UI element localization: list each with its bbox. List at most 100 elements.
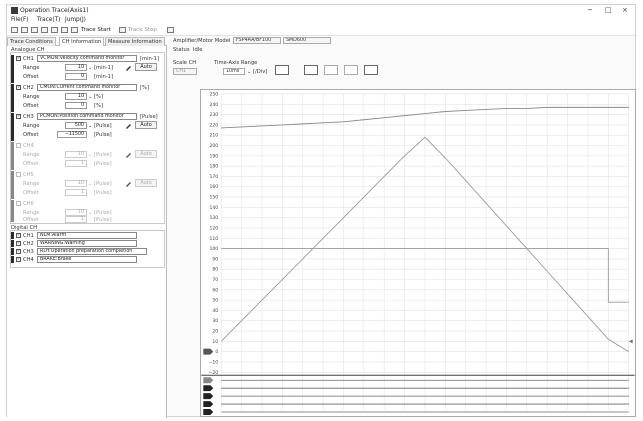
ch6-range-select[interactable]: 10 [65, 209, 87, 216]
ch3-auto-button[interactable]: Auto [135, 121, 157, 129]
analogue-ch3-signal[interactable]: PCMON:Position command monitor [37, 113, 137, 120]
analogue-ch2-checkbox[interactable]: ✓ [16, 85, 21, 90]
ch2-range-chevron-icon[interactable]: ⌄ [88, 94, 92, 100]
ch2-color-bar [11, 84, 14, 112]
ch1-pencil-icon[interactable] [125, 64, 132, 71]
ch1-offset-input[interactable]: 0 [65, 73, 87, 80]
trace-chart[interactable]: 2502402302202102001901801701601501401301… [200, 89, 636, 417]
ch5-color-bar [11, 171, 14, 199]
ch5-auto-button[interactable]: Auto [135, 179, 157, 187]
zoom-fit-icon[interactable] [275, 65, 289, 75]
y-tick-label: 80 [212, 267, 218, 273]
analogue-ch1-signal[interactable]: VCMON:Velocity command monitor [37, 55, 137, 62]
ch5-range-chevron-icon[interactable]: ⌄ [88, 181, 92, 187]
trace-stop-button[interactable]: Trace Stop [128, 27, 157, 33]
menu-jump[interactable]: Jump(J) [65, 17, 86, 23]
y-tick-label: 10 [212, 339, 218, 345]
paste-icon[interactable] [61, 27, 68, 33]
ch5-range-select[interactable]: 10 [65, 180, 87, 187]
digital-ch3-signal[interactable]: RDY:Operation preparation completion [37, 248, 147, 255]
y-tick-label: 170 [210, 174, 219, 180]
ch5-offset-unit: [Pulse] [94, 190, 112, 196]
ch5-range-label: Range [23, 181, 40, 187]
analogue-ch2-unit: [%] [140, 85, 149, 91]
ch4-range-select[interactable]: 10 [65, 151, 87, 158]
digital-ch1-checkbox[interactable]: ✓ [16, 233, 21, 238]
save-icon[interactable] [21, 27, 28, 33]
print-icon[interactable] [41, 27, 48, 33]
y-tick-label: 0 [215, 349, 218, 355]
analogue-ch6-label: CH6 [23, 201, 34, 207]
close-button[interactable]: × [622, 6, 628, 14]
cursor-icon[interactable] [344, 65, 358, 75]
maximize-button[interactable]: □ [605, 6, 612, 14]
ch3-pencil-icon[interactable] [125, 122, 132, 129]
ch3-range-unit: [Pulse] [94, 123, 112, 129]
time-axis-select[interactable]: 10ms [223, 68, 245, 75]
ch1-color-bar [11, 55, 14, 83]
digital-ch4-checkbox[interactable]: ✓ [16, 257, 21, 262]
ch1-range-select[interactable]: 10 [65, 64, 87, 71]
analogue-ch2-signal[interactable]: CMON:Current command monitor [37, 84, 137, 91]
digital-ch4-signal[interactable]: BRAKE:Brake [37, 256, 137, 263]
digital-ch1-signal[interactable]: NLM:Alarm [37, 232, 137, 239]
ch2-offset-unit: [%] [94, 103, 103, 109]
time-axis-chevron-icon[interactable]: ⌄ [247, 69, 251, 75]
menu-file[interactable]: File(F) [11, 17, 29, 23]
analogue-ch4-checkbox[interactable] [16, 143, 21, 148]
trace-start-button[interactable]: Trace Start [81, 27, 111, 33]
menu-trace[interactable]: Trace(T) [37, 17, 60, 23]
toolbar: Trace Start Trace Stop [7, 25, 635, 36]
ch4-offset-input[interactable]: 1 [65, 160, 87, 167]
ch5-range-unit: [Pulse] [94, 181, 112, 187]
refresh-icon[interactable] [11, 27, 18, 33]
ch3-offset-input[interactable]: −11500 [57, 131, 87, 138]
window-title: Operation Trace(Axis1) [20, 7, 89, 14]
y-tick-label: 200 [210, 143, 219, 149]
analogue-ch3-label: CH3 [23, 114, 34, 120]
digital-ch2-label: CH2 [23, 241, 34, 247]
measure-icon[interactable] [364, 65, 378, 75]
ch4-auto-button[interactable]: Auto [135, 150, 157, 158]
tab-trace-conditions[interactable]: Trace Conditions [7, 37, 56, 46]
ch3-range-chevron-icon[interactable]: ⌄ [88, 123, 92, 129]
ch3-offset-label: Offset [23, 132, 39, 138]
ch6-range-chevron-icon[interactable]: ⌄ [88, 210, 92, 216]
ch5-pencil-icon[interactable] [125, 180, 132, 187]
ch4-pencil-icon[interactable] [125, 151, 132, 158]
ch2-offset-input[interactable]: 0 [65, 102, 87, 109]
digital-ch2-signal[interactable]: WARNING:Warning [37, 240, 137, 247]
analogue-ch1-checkbox[interactable]: ✓ [16, 56, 21, 61]
ch2-range-select[interactable]: 10 [65, 93, 87, 100]
y-tick-label: 100 [210, 246, 219, 252]
zoom-in-icon[interactable] [304, 65, 318, 75]
ch4-range-chevron-icon[interactable]: ⌄ [88, 152, 92, 158]
ch5-offset-input[interactable]: 1 [65, 189, 87, 196]
tab-measure-information[interactable]: Measure Information [105, 37, 165, 46]
ch1-auto-button[interactable]: Auto [135, 63, 157, 71]
digital-ch2-checkbox[interactable]: ✓ [16, 241, 21, 246]
analogue-ch5-checkbox[interactable] [16, 172, 21, 177]
analogue-ch3-checkbox[interactable]: ✓ [16, 114, 21, 119]
ch1-range-label: Range [23, 65, 40, 71]
ch-information-panel: Analogue CH ✓ CH1 VCMON:Velocity command… [7, 46, 167, 418]
minimize-button[interactable]: − [587, 6, 593, 14]
trace-stop-icon [119, 27, 126, 33]
analogue-ch6-checkbox[interactable] [16, 201, 21, 206]
copy-icon[interactable] [51, 27, 58, 33]
ch6-offset-input[interactable]: 1 [65, 216, 87, 223]
ch2-range-unit: [%] [94, 94, 103, 100]
ch3-range-select[interactable]: 500 [65, 122, 87, 129]
y-tick-label: 30 [212, 318, 218, 324]
ch1-range-chevron-icon[interactable]: ⌄ [88, 65, 92, 71]
y-tick-label: 70 [212, 277, 218, 283]
ch4-range-unit: [Pulse] [94, 152, 112, 158]
analogue-ch1-unit: [min-1] [140, 56, 160, 62]
digital-ch3-checkbox[interactable]: ✓ [16, 249, 21, 254]
download-icon[interactable] [167, 27, 174, 33]
trace-start-icon[interactable] [71, 27, 78, 33]
scale-ch-select[interactable]: CH1 [173, 68, 197, 75]
ch6-offset-unit: [Pulse] [94, 217, 112, 223]
zoom-out-icon[interactable] [324, 65, 338, 75]
open-icon[interactable] [31, 27, 38, 33]
